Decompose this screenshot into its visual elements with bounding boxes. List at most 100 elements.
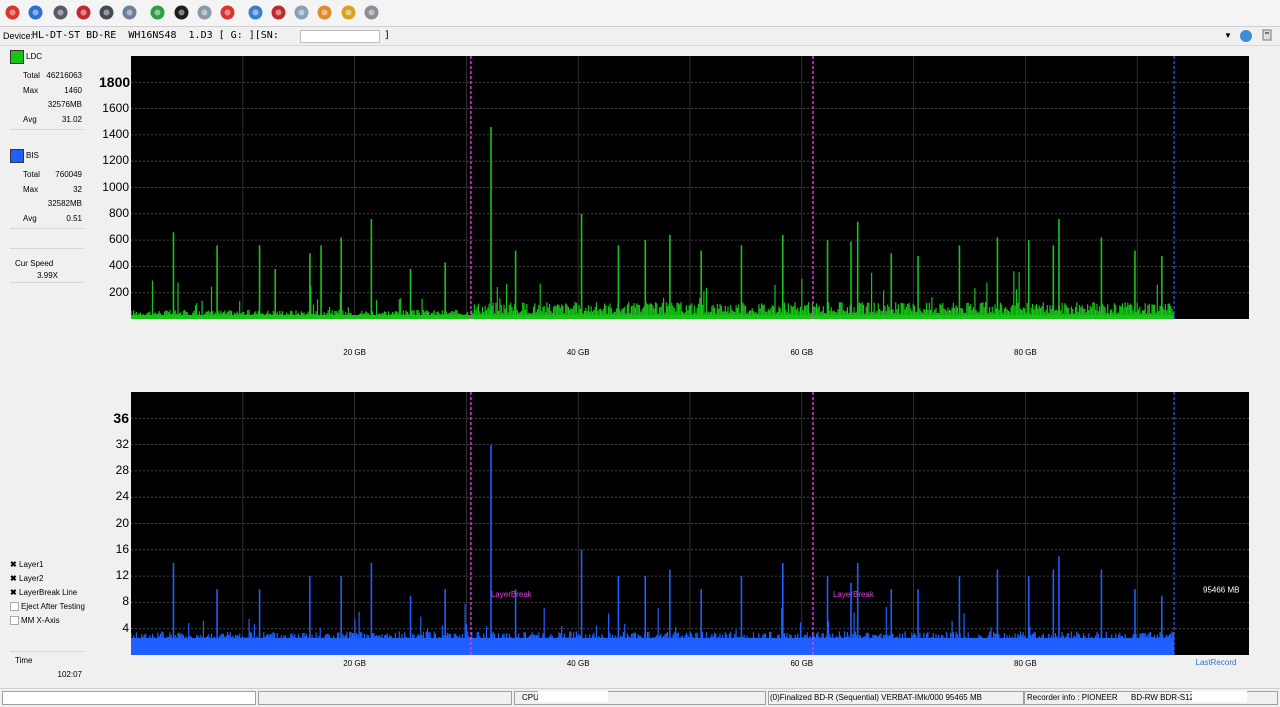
disc-blue-icon[interactable] — [247, 4, 264, 21]
last-record-label: LastRecord — [1195, 658, 1237, 667]
divider — [10, 651, 84, 652]
checkbox-checked-icon[interactable]: ✖ — [10, 574, 19, 583]
printer-icon[interactable] — [363, 4, 380, 21]
bis-legend-swatch — [10, 149, 24, 163]
status-bar: CPU: (0)Finalized BD-R (Sequential) VERB… — [0, 688, 1280, 707]
y-tick-label: 1000 — [102, 179, 129, 194]
check-icon[interactable] — [196, 4, 213, 21]
power-icon[interactable] — [4, 4, 21, 21]
refresh-icon[interactable] — [149, 4, 166, 21]
y-tick-label: 1200 — [102, 153, 129, 168]
x-tick-label: 40 GB — [566, 348, 590, 357]
recorder-serial — [1192, 691, 1247, 702]
y-tick-label: 16 — [115, 541, 129, 556]
time-value: 102:07 — [57, 670, 82, 679]
y-tick-label: 36 — [113, 410, 129, 427]
burn-icon[interactable] — [316, 4, 333, 21]
y-tick-label: 4 — [122, 620, 129, 635]
serial-close-bracket: ] — [384, 30, 391, 41]
toolbar — [0, 0, 1280, 27]
divider — [10, 248, 84, 249]
option-label: Layer1 — [19, 560, 44, 569]
option-label: Eject After Testing — [21, 602, 85, 611]
y-tick-label: 28 — [115, 462, 129, 477]
bis-avg-label: Avg — [23, 214, 37, 223]
disc-red-icon[interactable] — [270, 4, 287, 21]
ldc-total-label: Total — [23, 71, 40, 80]
divider — [10, 228, 84, 229]
device-name: HL-DT-ST BD-RE WH16NS48 1.D3 [ G: ][SN: — [32, 30, 279, 41]
checkbox-unchecked-icon[interactable] — [10, 616, 19, 626]
y-tick-label: 1800 — [99, 74, 131, 91]
y-tick-label: 1600 — [102, 100, 129, 115]
y-tick-label: 32 — [115, 436, 129, 451]
ldc-base-fill — [131, 315, 1175, 319]
option-mm-x-axis[interactable]: MM X-Axis — [10, 616, 60, 626]
bis-total-label: Total — [23, 170, 40, 179]
cur-speed-value: 3.99X — [37, 271, 58, 280]
y-tick-label: 12 — [115, 568, 129, 583]
x-tick-label: 20 GB — [343, 348, 366, 357]
disc-info: (0)Finalized BD-R (Sequential) VERBAT-IM… — [770, 693, 982, 702]
bis-max-value: 32 — [73, 185, 82, 194]
y-tick-label: 200 — [108, 284, 129, 299]
ldc-max-label: Max — [23, 86, 39, 95]
x-tick-label: 80 GB — [1014, 659, 1037, 668]
bis-avg-value: 0.51 — [66, 214, 82, 223]
ldc-legend-label: LDC — [26, 52, 43, 61]
layer-break-label: LayerBreak — [491, 590, 533, 599]
option-layer2[interactable]: ✖ Layer2 — [10, 574, 43, 583]
disc-scan-icon[interactable] — [293, 4, 310, 21]
x-tick-label: 40 GB — [566, 659, 590, 668]
divider — [10, 282, 84, 283]
bis-legend-label: BIS — [26, 151, 39, 160]
bis-base-fill — [131, 637, 1175, 655]
option-label: Layer2 — [19, 574, 44, 583]
y-tick-label: 20 — [115, 515, 129, 530]
ldc-legend-swatch — [10, 50, 24, 64]
option-layer1[interactable]: ✖ Layer1 — [10, 560, 43, 569]
ldc-avg-value: 31.02 — [61, 115, 82, 124]
x-tick-label: 60 GB — [790, 348, 814, 357]
checkbox-checked-icon[interactable]: ✖ — [10, 560, 19, 569]
ldc-noise-bars — [131, 271, 1174, 319]
disc-read-icon[interactable] — [52, 4, 69, 21]
option-eject-after-testing[interactable]: Eject After Testing — [10, 602, 85, 612]
x-tick-label: 80 GB — [1014, 348, 1037, 357]
sidebar: LDC Total 46216063 Max 1460 32576MB Avg … — [8, 46, 88, 686]
bis-max-position: 32582MB — [47, 199, 82, 208]
y-tick-label: 1400 — [102, 126, 129, 141]
option-label: MM X-Axis — [21, 616, 60, 625]
disc-erase-icon[interactable] — [75, 4, 92, 21]
y-tick-label: 24 — [115, 489, 129, 504]
checkbox-checked-icon[interactable]: ✖ — [10, 588, 19, 597]
chart-icon[interactable] — [340, 4, 357, 21]
stop-icon[interactable] — [219, 4, 236, 21]
disc-copy-icon[interactable] — [121, 4, 138, 21]
checkbox-unchecked-icon[interactable] — [10, 602, 19, 612]
option-layerbreak-line[interactable]: ✖ LayerBreak Line — [10, 588, 77, 597]
device-dropdown-icon[interactable]: ▼ — [1224, 31, 1232, 40]
disc-write-icon[interactable] — [98, 4, 115, 21]
recorder-model: BD-RW BDR-S12 — [1131, 693, 1194, 702]
y-tick-label: 400 — [108, 258, 129, 273]
option-label: LayerBreak Line — [19, 588, 78, 597]
bis-chart-panel: LayerBreak LayerBreak 95466 MB 4 8 12 16 20 24 2… — [96, 386, 1272, 686]
info-device-icon[interactable] — [1262, 29, 1272, 41]
ldc-avg-label: Avg — [23, 115, 37, 124]
x-tick-label: 20 GB — [343, 659, 366, 668]
record-icon[interactable] — [173, 4, 190, 21]
drive-info-icon[interactable] — [27, 4, 44, 21]
ldc-total-value: 46216063 — [46, 71, 82, 80]
ldc-max-position: 32576MB — [47, 100, 82, 109]
bis-chart-plot: LayerBreak LayerBreak 95466 MB — [131, 392, 1249, 655]
y-tick-label: 600 — [108, 232, 129, 247]
time-label: Time — [15, 656, 33, 665]
ldc-chart-panel: 200 400 600 800 1000 1200 1400 1600 1800 20 GB 40… — [96, 50, 1272, 370]
cpu-meter — [538, 691, 608, 702]
ldc-chart — [131, 56, 1249, 319]
recorder-info: Recorder info : PIONEER — [1027, 693, 1118, 702]
refresh-device-icon[interactable] — [1240, 30, 1252, 42]
y-tick-label: 8 — [122, 594, 129, 609]
layer-break-label: LayerBreak — [833, 590, 875, 599]
